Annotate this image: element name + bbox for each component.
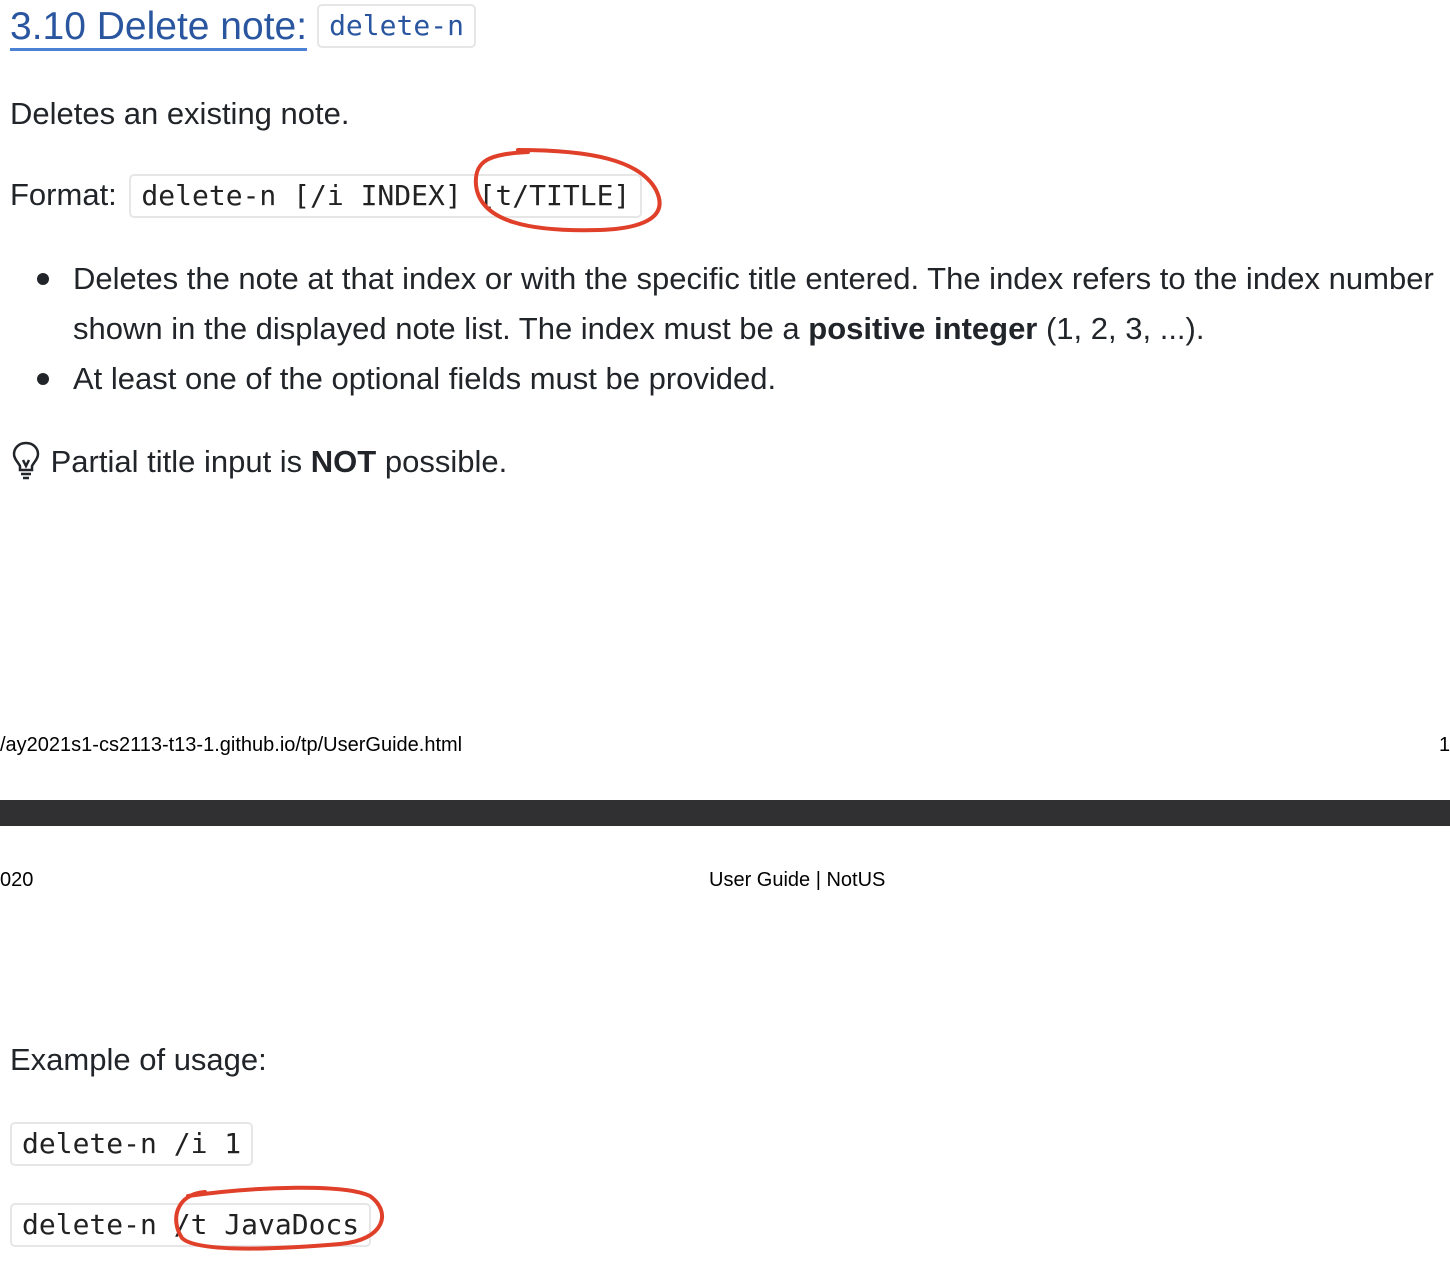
page-separator: [0, 800, 1450, 826]
format-label: Format:: [10, 177, 117, 212]
bullet-list: Deletes the note at that index or with t…: [10, 254, 1450, 404]
footer-url: /ay2021s1-cs2113-t13-1.github.io/tp/User…: [0, 734, 463, 756]
list-item: At least one of the optional fields must…: [10, 354, 1450, 404]
heading-command-code: delete-n: [317, 4, 476, 48]
tip: Partial title input is NOT possible.: [10, 440, 507, 480]
header-date: 020: [0, 869, 34, 891]
example-code: delete-n /t JavaDocs: [10, 1203, 372, 1247]
format-code: delete-n [/i INDEX] [t/TITLE]: [129, 174, 643, 218]
bullet-icon: [37, 273, 49, 285]
section-heading: 3.10 Delete note: delete-n: [10, 4, 476, 51]
lightbulb-icon: [12, 441, 40, 480]
section-heading-link[interactable]: 3.10 Delete note:: [10, 5, 308, 51]
bullet-icon: [37, 373, 49, 385]
example-code: delete-n /i 1: [10, 1122, 254, 1166]
format-line: Format: delete-n [/i INDEX] [t/TITLE]: [10, 174, 643, 218]
footer-page-number: 1: [1439, 734, 1450, 756]
example-label: Example of usage:: [10, 1042, 267, 1077]
header-title: User Guide | NotUS: [709, 869, 886, 891]
description: Deletes an existing note.: [10, 96, 350, 131]
list-item: Deletes the note at that index or with t…: [10, 254, 1450, 354]
